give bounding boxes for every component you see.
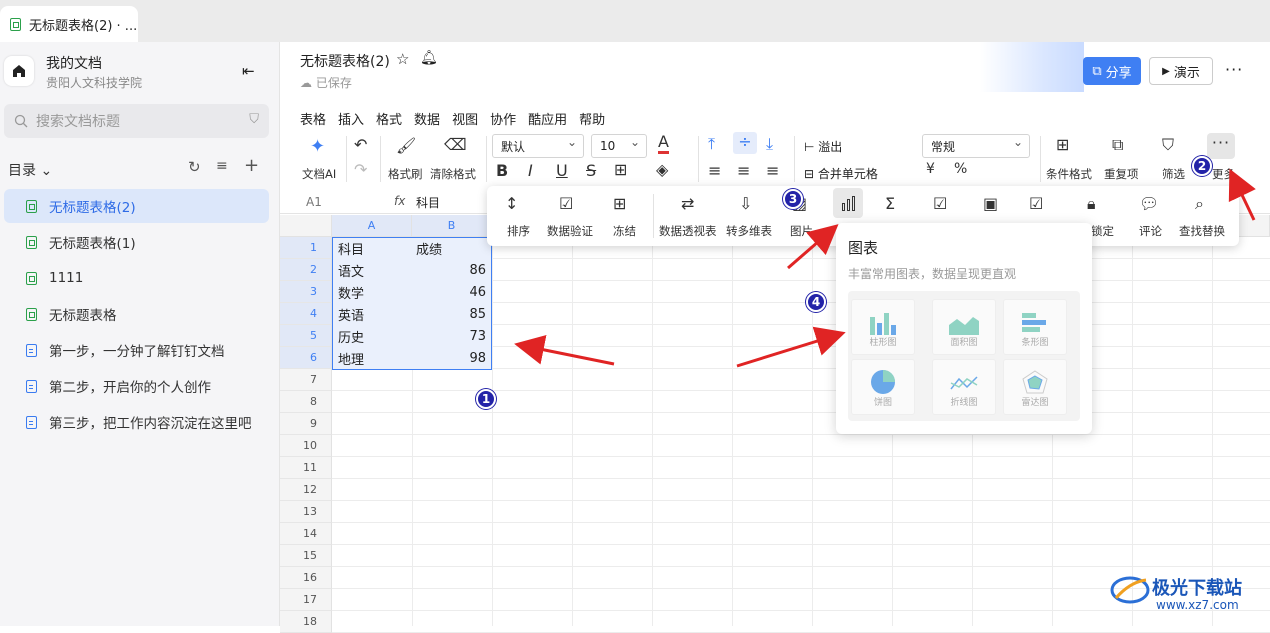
- arrow-2: [1228, 168, 1256, 221]
- annotation-arrows: [514, 168, 1256, 368]
- watermark-url: www.xz7.com: [1156, 598, 1239, 612]
- step-badge-3: 3: [783, 189, 803, 209]
- step-badge-2: 2: [1192, 156, 1212, 176]
- arrow-3: [787, 224, 839, 270]
- step-badge-1: 1: [476, 389, 496, 409]
- watermark-name: 极光下载站: [1152, 578, 1242, 599]
- step-badge-4: 4: [806, 292, 826, 312]
- watermark-logo-icon: [1110, 576, 1150, 604]
- arrow-1: [514, 335, 615, 366]
- arrow-4: [736, 326, 846, 368]
